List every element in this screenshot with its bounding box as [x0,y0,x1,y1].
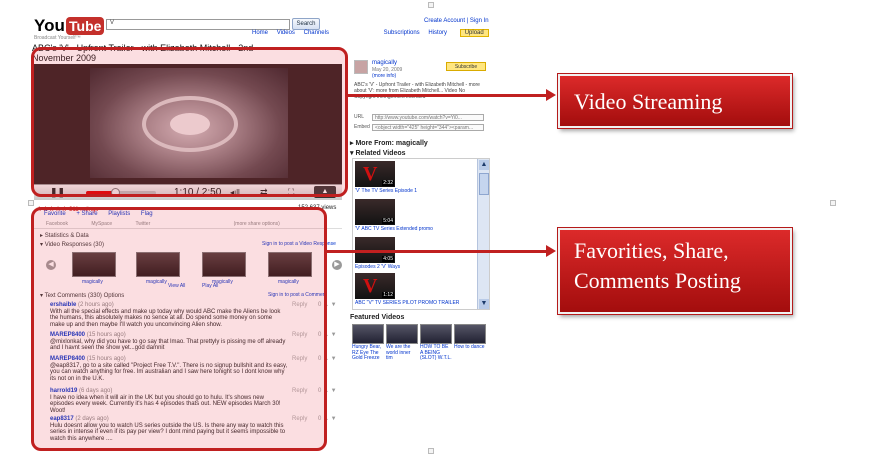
related-title[interactable]: Episodes 2 'V' Ways [355,264,400,270]
featured-header: Featured Videos [350,314,405,321]
featured-title[interactable]: We are the world inner tim [386,344,418,362]
nav-channels[interactable]: Channels [304,30,329,36]
related-title[interactable]: ABC "V" TV SERIES PILOT PROMO TRAILER [355,300,459,306]
handle-square [428,2,434,8]
scroll-down-icon[interactable]: ▼ [479,299,489,309]
featured-title[interactable]: HOW TO BE A BEING (SLOT) W.T.L. [420,344,452,362]
related-label: Related Videos [355,150,406,157]
related-scrollbar[interactable]: ▲ ▼ [477,159,489,309]
featured-thumb[interactable] [420,324,452,344]
featured-thumb[interactable] [352,324,384,344]
nav-history[interactable]: History [428,30,447,36]
url-row: URL http://www.youtube.com/watch?v=Yi0..… [354,114,484,122]
nav-home[interactable]: Home [252,30,268,36]
scroll-up-icon[interactable]: ▲ [479,160,489,170]
handle-square [830,200,836,206]
nav-videos[interactable]: Videos [277,30,295,36]
featured-title[interactable]: Hungry Bear, RZ Eye The Gold Freeze [352,344,384,362]
nav-subscriptions[interactable]: Subscriptions [384,30,420,36]
logo-tagline: Broadcast Yourself™ [34,35,81,41]
related-duration: 1:12 [382,292,394,298]
arrow-line [327,250,548,253]
account-links[interactable]: Create Account | Sign In [424,18,489,24]
video-highlight [31,47,348,197]
logo-you: You [34,16,65,35]
arrowhead-icon [546,89,556,101]
uploader-name[interactable]: magically [372,60,397,66]
logo-tube: Tube [66,17,105,35]
more-info-link[interactable]: (more info) [372,73,396,79]
subscribe-button[interactable]: Subscribe [446,62,486,71]
arrow-line [348,94,548,97]
related-item[interactable]: V 1:12 ABC "V" TV SERIES PILOT PROMO TRAI… [355,273,473,306]
handle-square [428,448,434,454]
v-logo-icon: V [363,163,378,185]
related-item[interactable]: 4:05 Episodes 2 'V' Ways [355,237,473,270]
related-thumb[interactable]: V 2:32 [355,161,395,187]
next-arrow-icon[interactable]: ▶ [332,260,342,270]
related-duration: 4:05 [382,256,394,262]
callout-video-streaming: Video Streaming [558,74,792,128]
related-item[interactable]: V 2:32 'V' The TV Series Episode 1 [355,161,473,194]
featured-title[interactable]: How to dance [454,344,486,351]
comments-highlight [31,207,327,451]
more-from-label: More From: magically [355,140,428,147]
callout-social-features: Favorities, Share, Comments Posting [558,228,792,314]
related-duration: 5:04 [382,218,394,224]
search-button[interactable]: Search [292,18,320,30]
search-input[interactable]: V [106,19,290,30]
related-title[interactable]: 'V' ABC TV Series Extended promo [355,226,433,232]
embed-label: Embed [354,124,370,130]
youtube-logo[interactable]: You Tube Broadcast Yourself™ [34,16,105,41]
related-title[interactable]: 'V' The TV Series Episode 1 [355,188,417,194]
handle-square [28,200,34,206]
url-label: URL [354,114,365,120]
related-duration: 2:32 [382,180,394,186]
avatar[interactable] [354,60,368,74]
related-header[interactable]: ▾ Related Videos [350,149,406,157]
video-description: ABC's 'V' - Upfront Trailer - with Eliza… [354,82,480,100]
url-field[interactable]: http://www.youtube.com/watch?v=Yi0... [372,114,484,121]
v-logo-icon: V [363,275,378,297]
scroll-thumb[interactable] [479,173,489,195]
related-item[interactable]: 5:04 'V' ABC TV Series Extended promo [355,199,473,232]
arrowhead-icon [546,245,556,257]
upload-button[interactable]: Upload [459,29,489,37]
related-videos-list[interactable]: V 2:32 'V' The TV Series Episode 1 5:04 '… [352,158,490,310]
embed-row: Embed <object width="425" height="344"><… [354,124,484,132]
more-from-header[interactable]: ▸ More From: magically [350,139,428,147]
related-thumb[interactable]: V 1:12 [355,273,395,299]
embed-field[interactable]: <object width="425" height="344"><param.… [372,124,484,131]
related-thumb[interactable]: 5:04 [355,199,395,225]
featured-thumb[interactable] [454,324,486,344]
featured-thumb[interactable] [386,324,418,344]
main-nav: Home Videos Channels Subscriptions Histo… [252,29,496,37]
